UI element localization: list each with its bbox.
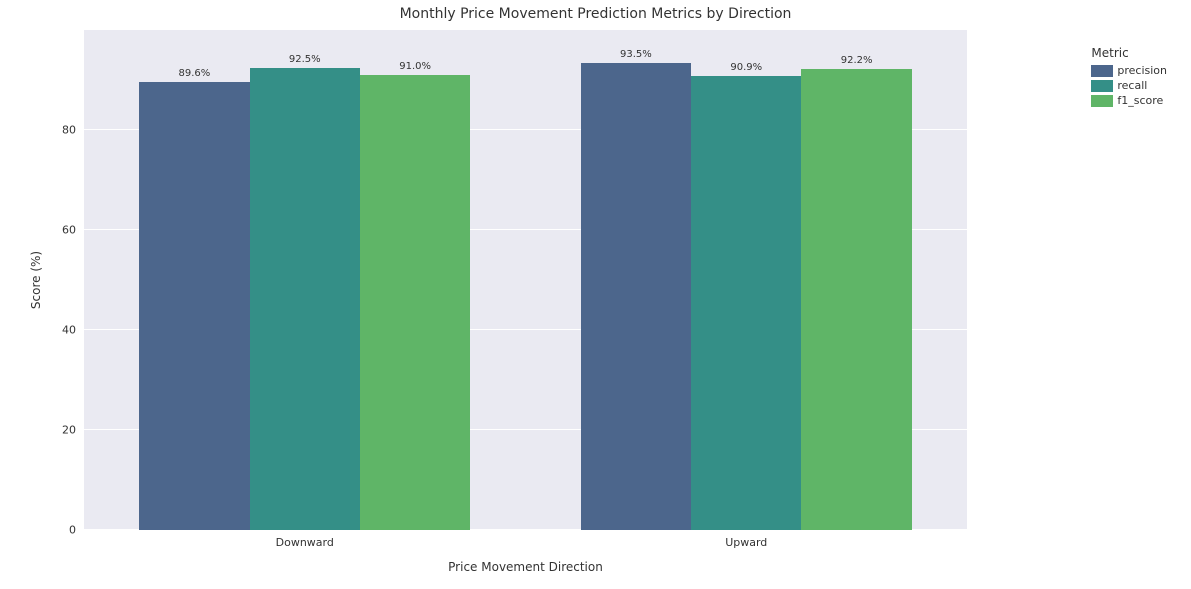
x-tick: Downward — [276, 530, 334, 549]
legend-item-f1: f1_score — [1091, 94, 1167, 107]
y-tick: 40 — [44, 324, 84, 337]
y-tick: 60 — [44, 224, 84, 237]
legend-swatch-icon — [1091, 65, 1113, 77]
bar-recall-downward: 92.5% — [250, 68, 360, 531]
legend-label: f1_score — [1117, 94, 1163, 107]
bar-label: 92.2% — [841, 55, 873, 69]
legend-item-precision: precision — [1091, 64, 1167, 77]
x-tick: Upward — [725, 530, 767, 549]
y-tick: 80 — [44, 124, 84, 137]
bar-f1-upward: 92.2% — [801, 69, 911, 530]
legend-label: recall — [1117, 79, 1147, 92]
bar-label: 89.6% — [178, 68, 210, 82]
legend-label: precision — [1117, 64, 1167, 77]
bar-precision-downward: 89.6% — [139, 82, 249, 530]
legend-swatch-icon — [1091, 95, 1113, 107]
y-axis-label: Score (%) — [29, 251, 43, 309]
bar-precision-upward: 93.5% — [581, 63, 691, 531]
bar-label: 91.0% — [399, 61, 431, 75]
bar-f1-downward: 91.0% — [360, 75, 470, 530]
legend-title: Metric — [1091, 46, 1167, 60]
legend: Metric precision recall f1_score — [1091, 46, 1167, 109]
bar-recall-upward: 90.9% — [691, 76, 801, 531]
bar-label: 92.5% — [289, 54, 321, 68]
y-tick: 0 — [44, 524, 84, 537]
legend-item-recall: recall — [1091, 79, 1167, 92]
x-axis-label: Price Movement Direction — [84, 560, 967, 574]
bar-label: 93.5% — [620, 49, 652, 63]
chart-title: Monthly Price Movement Prediction Metric… — [24, 6, 1167, 22]
bar-label: 90.9% — [730, 62, 762, 76]
y-tick: 20 — [44, 424, 84, 437]
legend-swatch-icon — [1091, 80, 1113, 92]
plot-area: Score (%) 0 20 40 60 80 Downward Upward … — [84, 30, 967, 530]
